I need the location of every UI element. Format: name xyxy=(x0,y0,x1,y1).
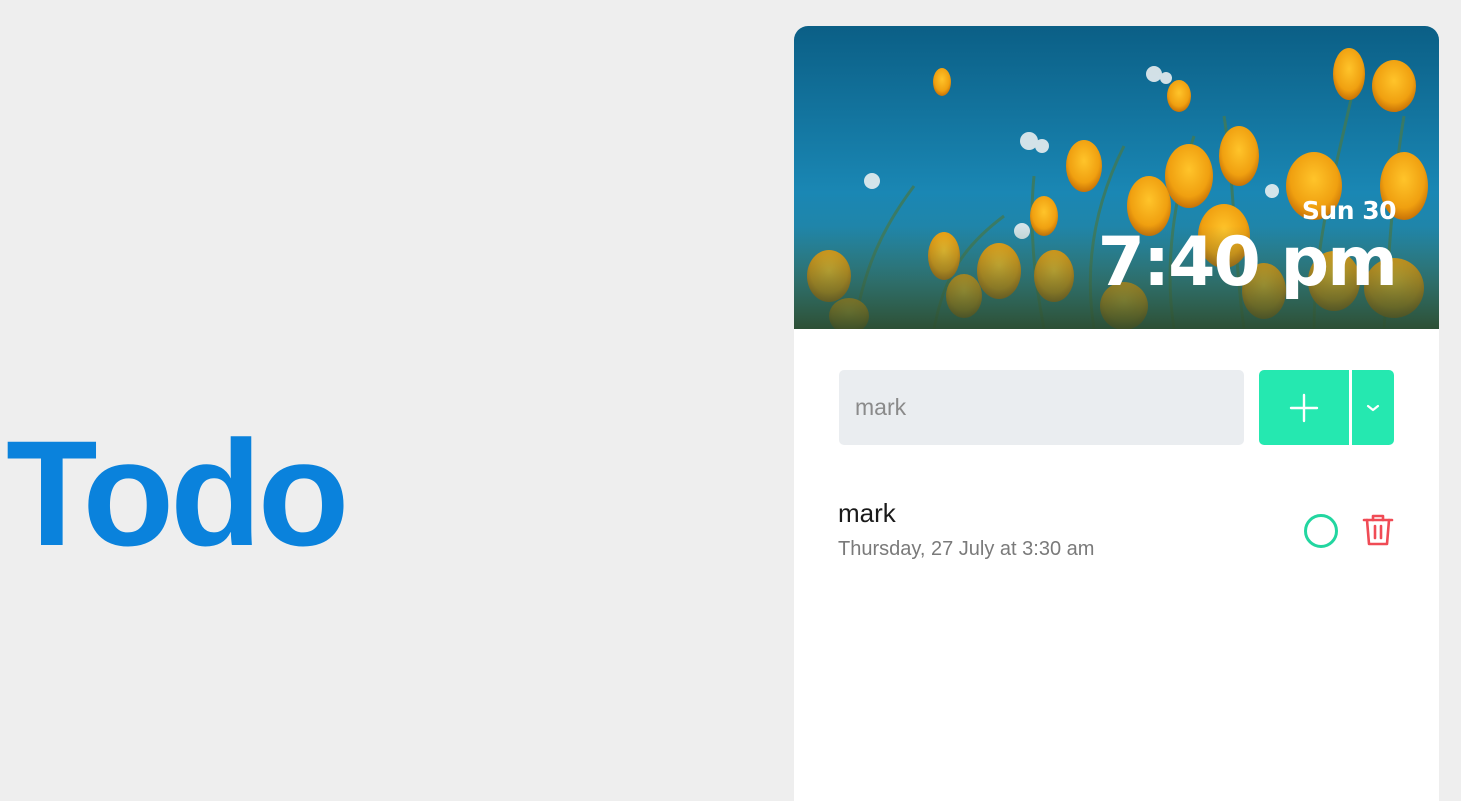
app-title: Todo xyxy=(6,409,349,577)
add-task-form xyxy=(839,370,1394,445)
header-date: Sun 30 xyxy=(1301,196,1397,225)
todo-timestamp: Thursday, 27 July at 3:30 am xyxy=(838,538,1095,560)
task-input[interactable] xyxy=(839,370,1244,445)
page: Todo Sun 30 7:40 pm mark mark Thursday, … xyxy=(0,0,1461,801)
filter-dropdown-button[interactable] xyxy=(1352,370,1394,445)
plus-icon xyxy=(1289,393,1319,422)
header-banner: Sun 30 7:40 pm xyxy=(794,26,1439,329)
todo-card: Sun 30 7:40 pm mark Thursday, 27 July at… xyxy=(794,26,1439,801)
header-time: 7:40 pm xyxy=(1097,223,1398,302)
todo-title: mark xyxy=(838,498,896,528)
todo-item: mark Thursday, 27 July at 3:30 am xyxy=(838,496,1394,566)
complete-toggle-circle-icon[interactable] xyxy=(1304,514,1338,548)
trash-icon xyxy=(1362,514,1394,546)
delete-todo-button[interactable] xyxy=(1361,512,1395,548)
add-task-button[interactable] xyxy=(1259,370,1349,445)
chevron-down-icon xyxy=(1366,404,1380,411)
